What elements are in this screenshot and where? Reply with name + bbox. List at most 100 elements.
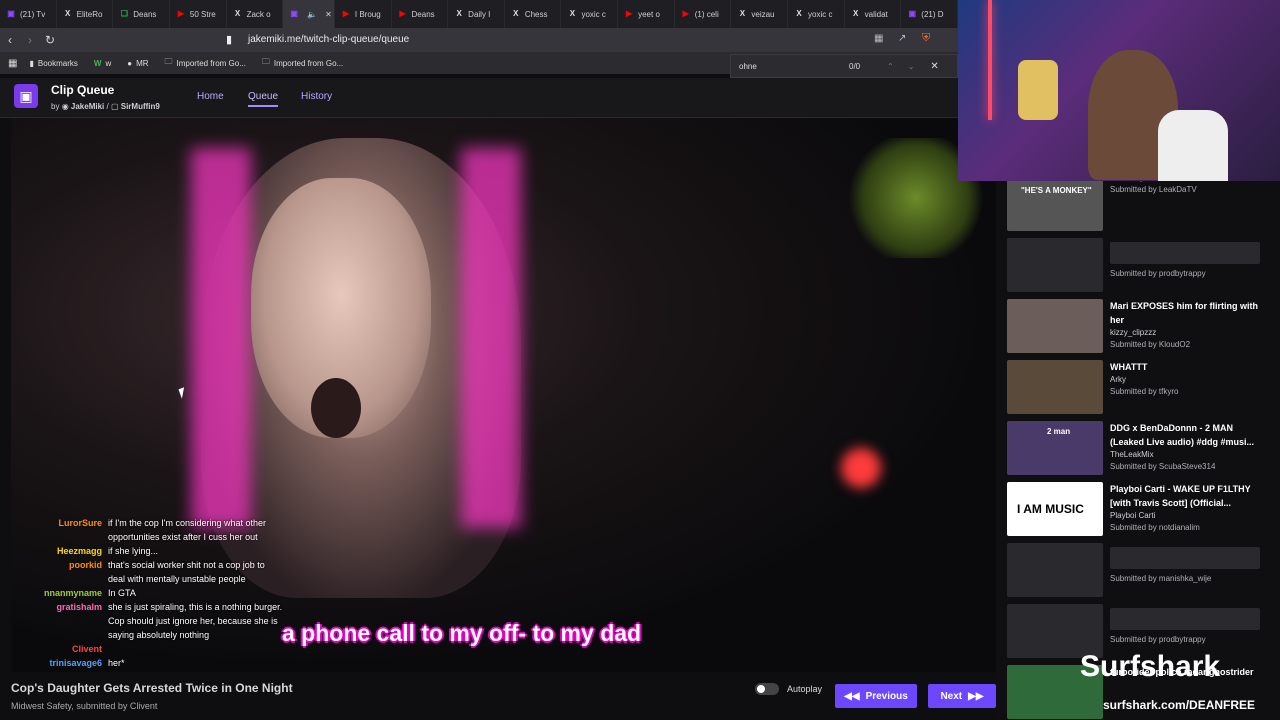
find-next-icon[interactable]: ⌄ (908, 62, 915, 71)
browser-tab[interactable]: ▶ 50 Stre (170, 0, 227, 28)
reader-icon[interactable]: ▦ (874, 33, 883, 44)
streamer-webcam (958, 0, 1280, 181)
queue-item[interactable]: WHATTT Arky Submitted by tfkyro (1007, 360, 1267, 416)
chat-text: that's social worker shit not a cop job … (108, 560, 265, 584)
browser-tab[interactable]: X Daily I (448, 0, 505, 28)
clip-title: DDG x BenDaDonnn - 2 MAN (Leaked Live au… (1110, 423, 1255, 447)
browser-tab[interactable]: ▶ (1) celi (675, 0, 732, 28)
queue-item[interactable]: 2 man DDG x BenDaDonnn - 2 MAN (Leaked Li… (1007, 421, 1267, 477)
bookmark-item[interactable]: Ww (94, 59, 111, 68)
chat-message: poorkid that's social worker shit not a c… (14, 558, 284, 586)
close-icon[interactable]: ✕ (930, 61, 938, 72)
browser-tab[interactable]: ❑ Deans (113, 0, 170, 28)
bookmark-folder[interactable]: 🗀 Imported from Go... (262, 56, 343, 70)
address-bar: ‹ › ↻ ▮ jakemiki.me/twitch-clip-queue/qu… (0, 28, 958, 52)
x-icon: X (456, 9, 462, 18)
browser-tab[interactable]: ▶ Deans (392, 0, 449, 28)
url-field[interactable]: jakemiki.me/twitch-clip-queue/queue (248, 32, 868, 48)
tab-label: Daily I (468, 9, 491, 19)
bookmark-folder[interactable]: 🗀 Imported from Go... (165, 56, 246, 70)
close-tab-icon[interactable]: ✕ (325, 10, 332, 19)
nav-home[interactable]: Home (197, 91, 224, 102)
queue-item[interactable]: Submitted by prodbytrappy (1007, 238, 1267, 294)
back-icon[interactable]: ‹ (0, 33, 20, 47)
reload-icon[interactable]: ↻ (40, 33, 60, 47)
browser-tab[interactable]: ▣ (21) Tv (0, 0, 57, 28)
browser-tab-bar: ▣ (21) Tv X EliteRo ❑ Deans ▶ 50 Stre X Zack o ▣ 🔈 ✕… (0, 0, 958, 28)
clip-submitter: Submitted by manishka_wije (1110, 574, 1212, 583)
browser-tab[interactable]: ▶ yeet o (618, 0, 675, 28)
share-icon[interactable]: ↗ (898, 33, 906, 44)
nav-history[interactable]: History (301, 91, 332, 102)
browser-tab[interactable]: X Zack o (227, 0, 284, 28)
queue-item[interactable]: Submitted by manishka_wije (1007, 543, 1267, 599)
clip-channel: Playboi Carti (1110, 511, 1156, 520)
feather-icon: ❑ (120, 9, 128, 18)
youtube-icon: ▶ (342, 9, 349, 18)
find-input[interactable]: ohne (739, 62, 849, 71)
clip-thumbnail (1007, 360, 1103, 414)
chat-username: nnanmyname (43, 588, 102, 598)
x-icon: X (796, 9, 802, 18)
youtube-icon: ▶ (177, 9, 184, 18)
browser-tab[interactable]: Xyoxic c (788, 0, 845, 28)
bookmark-label: Imported from Go... (176, 58, 246, 68)
chat-text: In GTA (108, 588, 136, 598)
browser-tab[interactable]: Xvalidat (845, 0, 902, 28)
tab-label: veizau (751, 9, 775, 19)
x-icon: X (513, 9, 519, 18)
queue-item[interactable]: I AM MUSIC Playboi Carti - WAKE UP F1LTHY… (1007, 482, 1267, 538)
author-link[interactable]: JakeMiki (71, 102, 104, 111)
queue-item[interactable]: "HE'S A MONKEY" Ohmeezy Submitted by LeakD… (1007, 181, 1267, 233)
bookmark-item[interactable]: ● MR (127, 59, 148, 68)
clip-thumbnail (1007, 238, 1103, 292)
bookmark-page-icon[interactable]: ▮ (226, 33, 232, 46)
nav-queue[interactable]: Queue (248, 91, 279, 107)
video-red-light (841, 448, 881, 488)
browser-tab[interactable]: Xveizau (731, 0, 789, 28)
clip-meta: Midwest Safety, submitted by Clivent (11, 701, 158, 711)
tab-label: yeet o (638, 9, 660, 19)
previous-button[interactable]: ◀◀ Previous (835, 684, 917, 708)
twitch-icon: ▣ (290, 9, 298, 18)
find-prev-icon[interactable]: ⌃ (887, 62, 894, 71)
chat-message: LurorSure if I'm the cop I'm considering … (14, 516, 284, 544)
speaker-icon[interactable]: 🔈 (307, 10, 317, 19)
channel-link[interactable]: SirMuffin9 (121, 102, 160, 111)
clip-queue-logo-icon[interactable]: ▣ (14, 84, 38, 108)
tab-label: EliteRo (76, 9, 103, 19)
clip-submitter: Submitted by ScubaSteve314 (1110, 462, 1216, 471)
clip-channel: Arky (1110, 375, 1126, 384)
bookmark-label: MR (136, 58, 149, 68)
apps-grid-icon[interactable]: ▦ (8, 58, 17, 69)
clip-submitter: Submitted by LeakDaTV (1110, 185, 1197, 194)
w-icon: W (93, 58, 102, 68)
clip-submitter: Submitted by prodbytrappy (1110, 635, 1206, 644)
browser-tab[interactable]: X EliteRo (57, 0, 114, 28)
autoplay-toggle[interactable] (755, 683, 779, 695)
next-button[interactable]: Next ▶▶ (928, 684, 996, 708)
autoplay-control[interactable]: Autoplay (755, 683, 822, 695)
browser-tab[interactable]: Xyoxic c (561, 0, 619, 28)
brave-shield-icon[interactable]: ⛨ (922, 32, 930, 45)
fast-forward-icon: ▶▶ (968, 690, 984, 702)
chat-username: LurorSure (58, 518, 102, 528)
browser-tab[interactable]: ▶ I Broug (335, 0, 392, 28)
clip-submitter: Submitted by notdianalim (1110, 523, 1200, 532)
video-subject-mouth (311, 378, 361, 438)
x-icon: X (739, 9, 746, 18)
queue-item[interactable]: Mari EXPOSES him for flirting with her ki… (1007, 299, 1267, 355)
browser-tab[interactable]: ▣ (21) D (901, 0, 958, 28)
bookmark-item[interactable]: ▮ Bookmarks (29, 59, 77, 68)
surfshark-url: surfshark.com/DEANFREE (1103, 698, 1256, 712)
forward-icon[interactable]: › (20, 33, 40, 47)
clip-thumbnail (1007, 543, 1103, 597)
by-label: by (51, 102, 60, 111)
youtube-icon: ▶ (682, 9, 689, 18)
chat-text: she is just spiraling, this is a nothing… (108, 602, 283, 640)
app-title: Clip Queue (51, 83, 115, 97)
browser-tab[interactable]: X Chess (505, 0, 562, 28)
chat-username: poorkid (69, 560, 102, 570)
tab-label: Chess (524, 9, 548, 19)
browser-tab[interactable]: ▣ 🔈 ✕ (283, 0, 335, 28)
